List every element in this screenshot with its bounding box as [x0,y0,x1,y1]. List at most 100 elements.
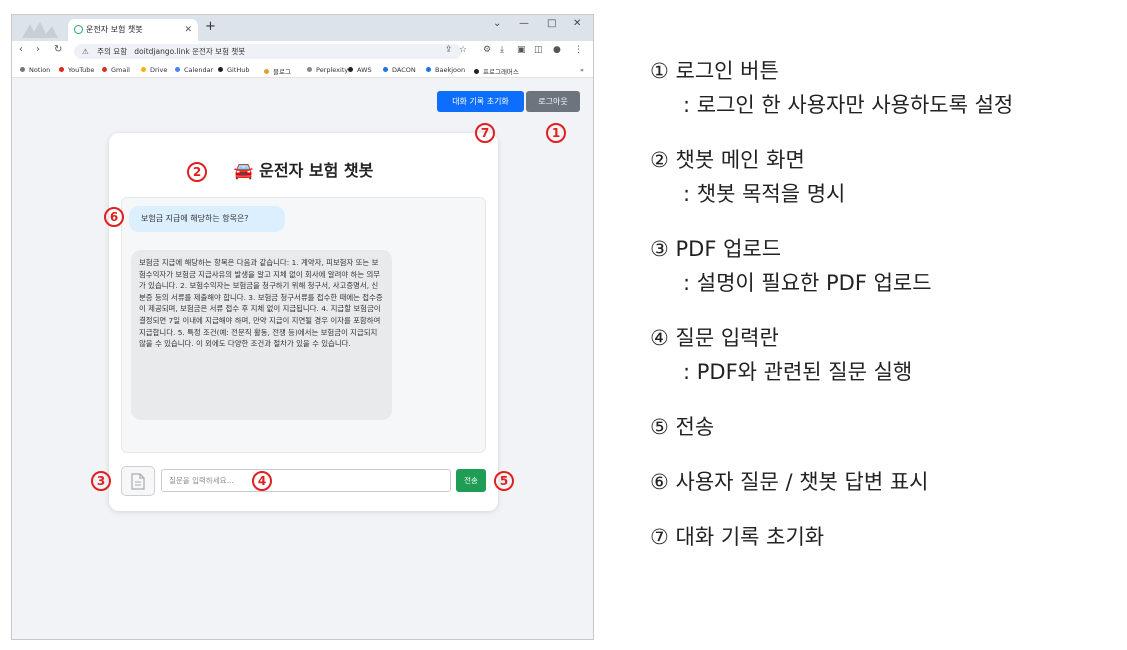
new-tab-icon[interactable]: + [205,19,216,34]
callout-marker-2: 2 [187,162,207,182]
bookmark-label: Notion [29,66,51,74]
page-title: 🚘 운전자 보험 챗봇 [233,161,374,180]
maximize-icon[interactable]: □ [547,18,556,29]
callout-marker-6: 6 [104,207,124,227]
tab-search-icon[interactable]: ⌄ [493,18,501,29]
bookmark-item[interactable]: 프로그래머스 [474,66,519,76]
bookmark-label: 블로그 [273,68,291,76]
bookmark-favicon-icon [383,67,388,72]
bookmark-favicon-icon [20,67,25,72]
logout-button[interactable]: 로그아웃 [526,91,580,112]
browser-window: 운전자 보험 챗봇 ✕ + ⌄ — □ ✕ ‹ › ↻ ⚠ 주의 요함 doit… [11,14,594,640]
bookmark-label: Baekjoon [435,66,466,74]
url-field[interactable]: ⚠ 주의 요함 doitdjango.link 운전자 보험 챗봇 [74,44,462,59]
user-message-bubble: 보험금 지급에 해당하는 항목은? [129,206,285,232]
bookmark-favicon-icon [218,67,223,72]
site-icon [74,25,83,34]
callout-marker-4: 4 [252,471,272,491]
bookmark-item[interactable]: YouTube [59,66,94,74]
bookmark-label: Drive [150,66,168,74]
legend-title: ② 챗봇 메인 화면 [650,148,805,172]
bookmark-item[interactable]: 블로그 [264,66,291,76]
legend-description: : 챗봇 목적을 명시 [683,182,846,206]
legend-title: ⑤ 전송 [650,415,715,439]
bookmark-item[interactable]: Gmail [102,66,130,74]
page-viewport: 대화 기록 초기화 로그아웃 🚘 운전자 보험 챗봇 보험금 지급에 해당하는 … [12,79,593,639]
extensions-icon[interactable]: ⚙ [483,45,491,55]
legend-title: ⑥ 사용자 질문 / 챗봇 답변 표시 [650,470,929,494]
legend-description: : PDF와 관련된 질문 실행 [683,360,913,384]
annotation-legend: ① 로그인 버튼 : 로그인 한 사용자만 사용하도록 설정 ② 챗봇 메인 화면:… [650,55,1120,576]
legend-item: ⑥ 사용자 질문 / 챗봇 답변 표시 [650,466,1120,496]
chatbot-card: 🚘 운전자 보험 챗봇 보험금 지급에 해당하는 항목은? 보험금 지급에 해당… [109,133,498,511]
bookmark-favicon-icon [102,67,107,72]
minimize-icon[interactable]: — [519,18,529,29]
legend-item: ① 로그인 버튼 : 로그인 한 사용자만 사용하도록 설정 [650,55,1120,119]
profile-avatar-icon[interactable]: ● [553,45,561,55]
legend-title: ① 로그인 버튼 [650,59,779,83]
reset-history-button[interactable]: 대화 기록 초기화 [437,91,524,112]
bookmark-item[interactable]: Calendar [175,66,213,74]
side-panel-icon[interactable]: ◫ [534,45,543,55]
address-bar-row: ‹ › ↻ ⚠ 주의 요함 doitdjango.link 운전자 보험 챗봇 … [12,41,593,62]
legend-item: ④ 질문 입력란 : PDF와 관련된 질문 실행 [650,322,1120,386]
close-tab-icon[interactable]: ✕ [184,19,192,41]
bookmark-star-icon[interactable]: ☆ [459,45,467,55]
bookmark-label: DACON [392,66,416,74]
bookmark-favicon-icon [141,67,146,72]
bookmark-item[interactable]: Notion [20,66,50,74]
legend-description: : 설명이 필요한 PDF 업로드 [683,271,932,295]
tab-chatbot[interactable]: 운전자 보험 챗봇 ✕ [68,19,198,41]
more-bookmarks-icon[interactable]: » [580,66,584,74]
bookmarks-bar: Notion YouTube Gmail Drive Calendar GitHub 블로그… [12,62,593,78]
not-secure-icon: ⚠ [82,47,89,56]
bookmark-favicon-icon [426,67,431,72]
pdf-upload-button[interactable] [121,466,155,496]
callout-marker-1: 1 [546,123,566,143]
bookmark-favicon-icon [175,67,180,72]
reload-icon[interactable]: ↻ [54,44,62,55]
bookmark-item[interactable]: Baekjoon [426,66,465,74]
bookmark-label: Calendar [184,66,214,74]
bookmark-item[interactable]: DACON [383,66,416,74]
bookmark-label: YouTube [68,66,95,74]
bookmark-item[interactable]: GitHub [218,66,250,74]
file-icon [131,473,145,490]
legend-description: : 로그인 한 사용자만 사용하도록 설정 [683,93,1014,117]
callout-marker-7: 7 [475,123,495,143]
bookmark-label: GitHub [227,66,250,74]
bookmark-label: Gmail [111,66,130,74]
download-icon[interactable]: ⤓ [500,45,504,55]
bookmark-item[interactable]: AWS [348,66,372,74]
back-icon[interactable]: ‹ [19,44,23,55]
legend-item: ⑦ 대화 기록 초기화 [650,521,1120,551]
bookmark-favicon-icon [264,69,269,74]
forward-icon[interactable]: › [36,44,40,55]
legend-item: ③ PDF 업로드 : 설명이 필요한 PDF 업로드 [650,233,1120,297]
legend-item: ⑤ 전송 [650,411,1120,441]
question-input[interactable] [161,469,451,492]
question-input-row: 전송 [121,466,486,496]
share-icon[interactable]: ⇪ [445,45,453,55]
menu-icon[interactable]: ⋮ [574,45,583,55]
bookmark-favicon-icon [59,67,64,72]
send-button[interactable]: 전송 [456,469,486,492]
tab-strip: 운전자 보험 챗봇 ✕ + ⌄ — □ ✕ [12,15,593,41]
bookmark-item[interactable]: Drive [141,66,167,74]
callout-marker-3: 3 [91,471,111,491]
security-warning: 주의 요함 [97,47,128,56]
screenshot-icon[interactable]: ▣ [517,45,526,55]
bookmark-item[interactable]: Perplexity [307,66,348,74]
legend-title: ③ PDF 업로드 [650,237,782,261]
callout-marker-5: 5 [494,471,514,491]
close-window-icon[interactable]: ✕ [573,18,581,29]
chat-history[interactable]: 보험금 지급에 해당하는 항목은? 보험금 지급에 해당하는 항목은 다음과 같… [121,197,486,453]
bookmark-label: AWS [357,66,372,74]
tab-title: 운전자 보험 챗봇 [86,25,143,34]
bookmark-label: 프로그래머스 [483,68,519,76]
legend-item: ② 챗봇 메인 화면 : 챗봇 목적을 명시 [650,144,1120,208]
legend-title: ⑦ 대화 기록 초기화 [650,525,825,549]
legend-title: ④ 질문 입력란 [650,326,779,350]
url-text: doitdjango.link 운전자 보험 챗봇 [134,47,246,56]
bookmark-favicon-icon [348,67,353,72]
